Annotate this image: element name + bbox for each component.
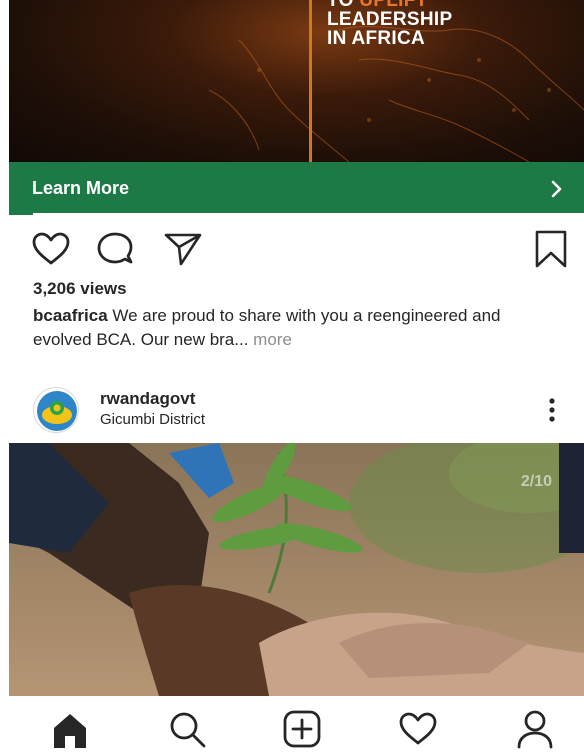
learn-more-divider [33, 213, 584, 216]
rwanda-seal-icon [37, 391, 77, 431]
more-options-icon[interactable] [546, 397, 558, 423]
home-icon[interactable] [50, 712, 90, 748]
carousel-counter: 2/10 [520, 473, 552, 490]
ad-divider-rule [309, 0, 312, 162]
caption-username[interactable]: bcaafrica [33, 306, 108, 325]
profile-icon[interactable] [516, 709, 554, 749]
post-caption: bcaafrica We are proud to share with you… [33, 304, 563, 352]
share-send-icon[interactable] [163, 232, 203, 266]
bottom-nav [0, 696, 584, 752]
ad-headline: TO UPLIFT LEADERSHIP IN AFRICA [327, 0, 567, 48]
caption-more-link[interactable]: more [248, 330, 292, 349]
activity-heart-icon[interactable] [398, 711, 438, 747]
tree-planting-photo [9, 443, 584, 696]
bookmark-icon[interactable] [533, 229, 569, 269]
search-icon[interactable] [168, 710, 206, 748]
new-post-icon[interactable] [283, 710, 321, 748]
ad-headline-line-3: IN AFRICA [327, 28, 426, 49]
like-heart-icon[interactable] [31, 231, 71, 267]
comment-icon[interactable] [96, 231, 134, 267]
post-image[interactable]: 2/10 [9, 443, 584, 696]
ad-headline-line-2: LEADERSHIP [327, 9, 453, 30]
post-location[interactable]: Gicumbi District [100, 411, 205, 428]
post-username[interactable]: rwandagovt [100, 389, 195, 409]
learn-more-label: Learn More [32, 178, 130, 198]
learn-more-button[interactable]: Learn More [9, 162, 584, 215]
view-count: 3,206 views [33, 279, 127, 298]
avatar[interactable] [33, 387, 79, 433]
chevron-right-icon [551, 180, 562, 197]
ad-image[interactable]: TO UPLIFT LEADERSHIP IN AFRICA [9, 0, 584, 162]
